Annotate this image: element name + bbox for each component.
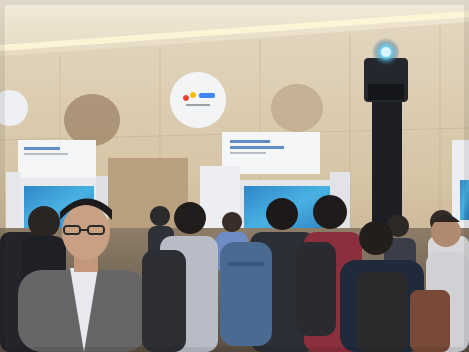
photo-scene [0,0,469,352]
wall-decoration-oval [271,84,323,132]
trade-show-photo [0,0,469,352]
backpack [142,250,186,352]
backpack [220,242,272,346]
backpack [296,242,336,336]
backpack [356,272,408,352]
bag [410,290,450,352]
logo-circle-center [170,72,226,128]
wall-decoration-oval [64,94,120,146]
